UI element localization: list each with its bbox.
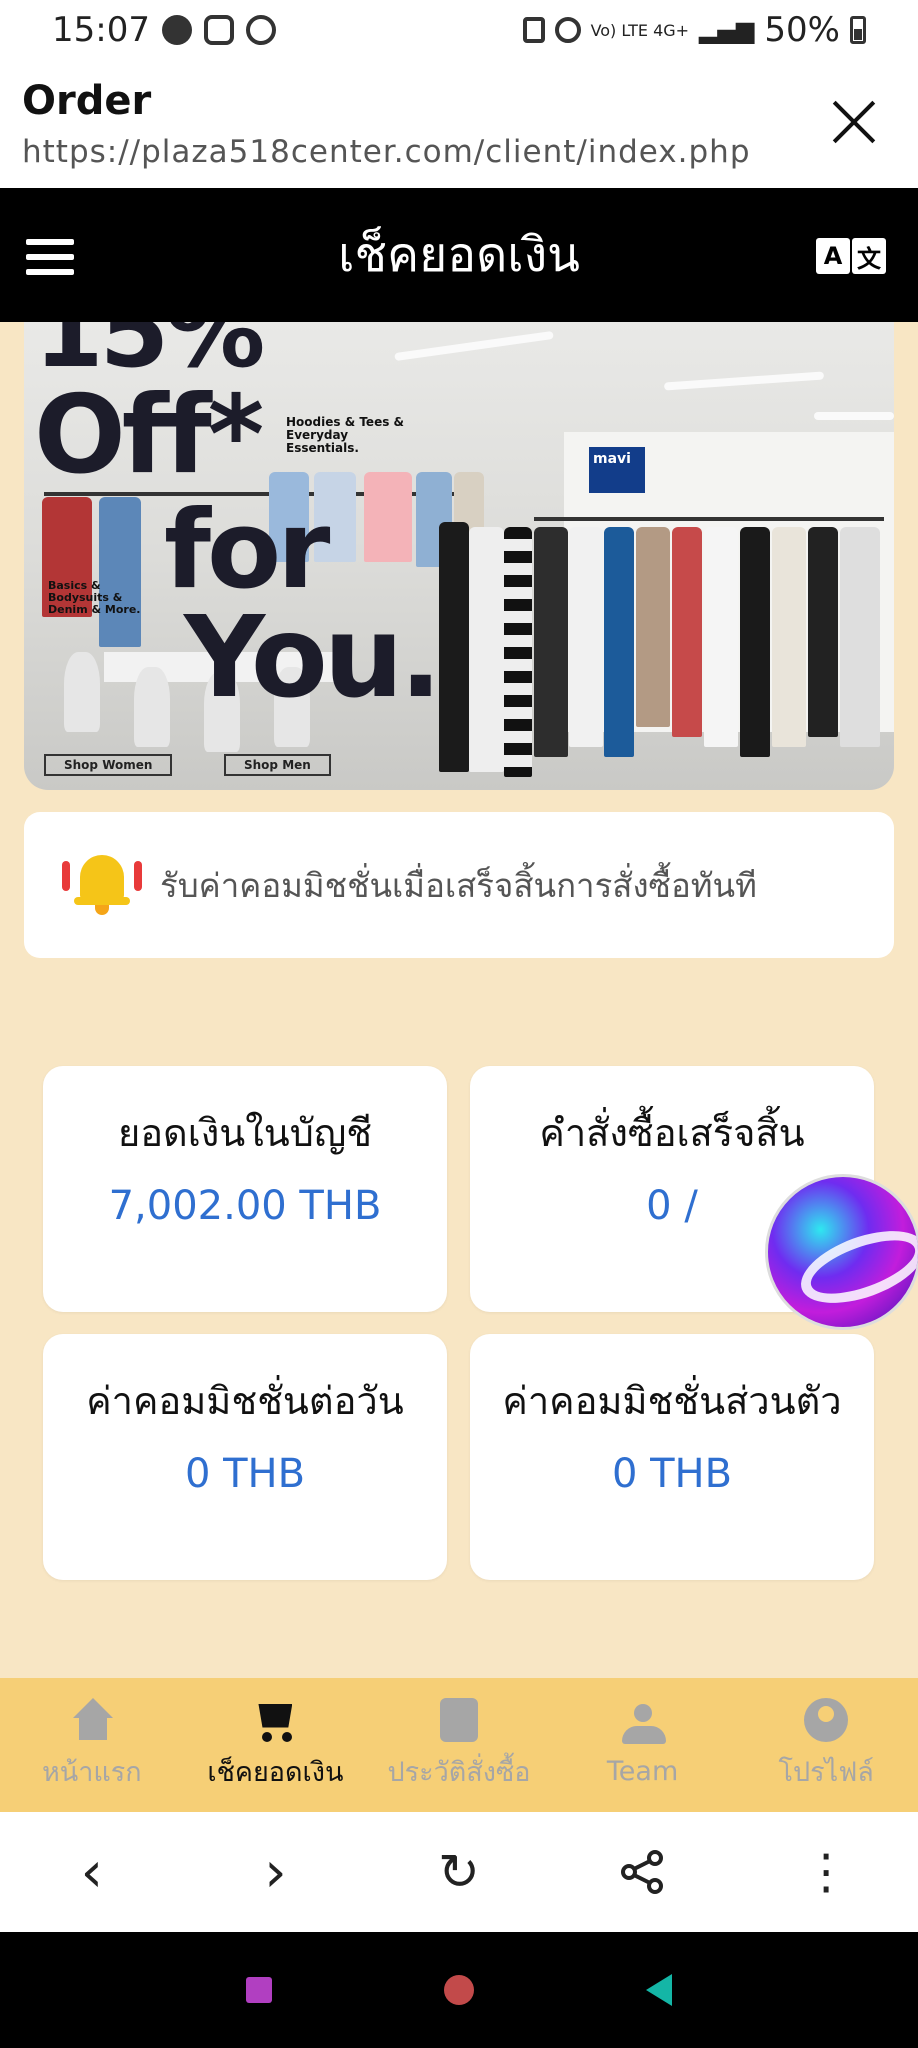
status-left: 15:07	[52, 10, 276, 50]
promo-banner[interactable]: mavi 15% Off* for You. Hoodies & Tees & …	[24, 322, 894, 790]
translate-icon[interactable]: A 文	[816, 238, 886, 274]
status-time: 15:07	[52, 10, 150, 50]
status-right: Vo) LTE 4G+ ▂▄▆ 50%	[522, 10, 866, 50]
close-icon[interactable]	[830, 98, 878, 146]
stat-label: ค่าคอมมิชชั่นต่อวัน	[86, 1379, 404, 1423]
shop-women-button[interactable]: Shop Women	[44, 754, 173, 776]
nav-item-order-history[interactable]: ประวัติสั่งซื้อ	[367, 1678, 551, 1812]
stat-value: 0 THB	[611, 1451, 733, 1497]
stat-card-personal-commission: ค่าคอมมิชชั่นส่วนตัว 0 THB	[470, 1334, 874, 1580]
system-nav-bar	[0, 1932, 918, 2048]
promo-line-4: You.	[184, 593, 442, 723]
notice-text: รับค่าคอมมิชชั่นเมื่อเสร็จสิ้นการสั่งซื้…	[160, 865, 757, 905]
stat-card-daily-commission: ค่าคอมมิชชั่นต่อวัน 0 THB	[43, 1334, 447, 1580]
translate-icon-b: 文	[852, 238, 886, 274]
promo-line-3: for	[164, 488, 330, 613]
brand-name: mavi	[593, 451, 631, 467]
nav-label: โปรไฟล์	[778, 1756, 874, 1788]
stat-label: ค่าคอมมิชชั่นส่วนตัว	[502, 1379, 842, 1423]
shopping-bag-icon	[439, 1697, 478, 1742]
signal-icon: ▂▄▆	[699, 16, 755, 44]
page-title: เช็คยอดเงิน	[338, 227, 580, 283]
notification-icon	[522, 17, 545, 43]
share-icon[interactable]	[613, 1842, 673, 1902]
nav-label: เช็คยอดเงิน	[207, 1756, 344, 1788]
status-bar: 15:07 Vo) LTE 4G+ ▂▄▆ 50%	[0, 0, 918, 60]
home-icon	[69, 1697, 115, 1742]
team-icon	[620, 1703, 666, 1748]
nav-item-check-balance[interactable]: เช็คยอดเงิน	[184, 1678, 368, 1812]
browser-toolbar: ‹ › ↻ ⋮	[0, 1812, 918, 1932]
cart-icon	[252, 1698, 298, 1742]
browser-tab-header: Order https://plaza518center.com/client/…	[0, 60, 918, 188]
caption-left: Basics & Bodysuits & Denim & More.	[48, 579, 141, 617]
instagram-icon	[203, 15, 234, 45]
shop-men-button[interactable]: Shop Men	[224, 754, 331, 776]
nav-item-profile[interactable]: โปรไฟล์	[734, 1678, 918, 1812]
messenger-icon	[161, 15, 192, 45]
brand-sign: mavi	[589, 447, 645, 493]
messenger-outline-icon	[245, 15, 276, 45]
tab-title: Order	[22, 78, 152, 124]
profile-icon	[804, 1697, 849, 1742]
battery-icon	[850, 16, 866, 44]
caption-top: Hoodies & Tees & Everyday Essentials.	[286, 415, 404, 456]
more-options-button[interactable]: ⋮	[796, 1842, 856, 1902]
stat-value: 0 THB	[184, 1451, 306, 1497]
home-button-icon[interactable]	[444, 1975, 474, 2005]
alarm-icon	[554, 17, 581, 43]
tab-url[interactable]: https://plaza518center.com/client/index.…	[22, 134, 896, 170]
back-button[interactable]: ‹	[62, 1840, 122, 1905]
bell-icon	[62, 849, 142, 921]
nav-item-team[interactable]: Team	[551, 1678, 735, 1812]
forward-button[interactable]: ›	[245, 1840, 305, 1905]
battery-percent: 50%	[764, 10, 840, 50]
commission-notice: รับค่าคอมมิชชั่นเมื่อเสร็จสิ้นการสั่งซื้…	[24, 812, 894, 958]
floating-chat-button[interactable]	[765, 1174, 918, 1330]
translate-icon-a: A	[816, 238, 850, 274]
reload-button[interactable]: ↻	[429, 1842, 489, 1902]
nav-label: Team	[606, 1755, 679, 1787]
stat-card-balance: ยอดเงินในบัญชี 7,002.00 THB	[43, 1066, 447, 1312]
stat-value: 7,002.00 THB	[108, 1183, 382, 1229]
bottom-nav: หน้าแรก เช็คยอดเงิน ประวัติสั่งซื้อ Team…	[0, 1678, 918, 1812]
recent-apps-icon[interactable]	[246, 1977, 272, 2003]
hamburger-menu-icon[interactable]	[26, 239, 74, 275]
nav-label: ประวัติสั่งซื้อ	[387, 1756, 531, 1788]
stat-label: ยอดเงินในบัญชี	[117, 1111, 373, 1155]
back-icon[interactable]	[646, 1974, 672, 2006]
nav-label: หน้าแรก	[41, 1756, 142, 1788]
app-header: เช็คยอดเงิน A 文	[0, 188, 918, 322]
nav-item-home[interactable]: หน้าแรก	[0, 1678, 184, 1812]
promo-line-2: Off*	[34, 373, 264, 498]
stat-label: คำสั่งซื้อเสร็จสิ้น	[539, 1111, 805, 1155]
network-label: Vo) LTE 4G+	[590, 20, 690, 40]
